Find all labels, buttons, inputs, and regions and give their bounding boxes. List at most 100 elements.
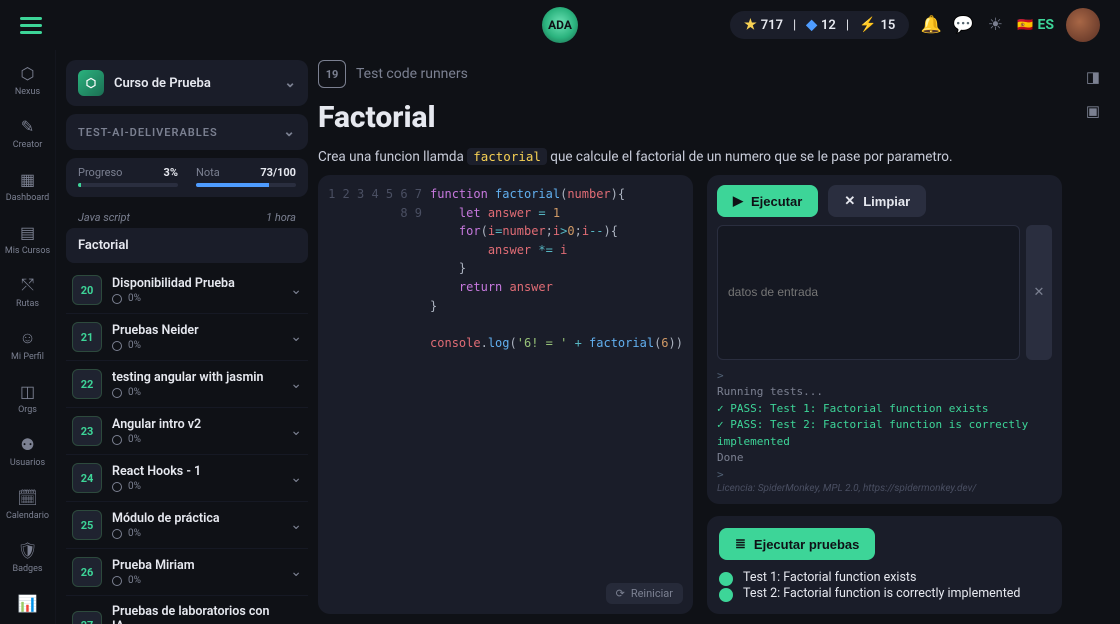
lesson-number: 22 — [72, 369, 102, 399]
console-output: >Running tests...✓ PASS: Test 1: Factori… — [717, 368, 1052, 484]
lesson-pct: 0% — [128, 575, 141, 586]
notifications-icon[interactable]: 🔔 — [921, 15, 941, 35]
rail-icon: ⚉ — [16, 433, 38, 455]
section-header-right: 1 hora — [266, 211, 296, 224]
panel-toggle-icon[interactable]: ◨ — [1082, 66, 1104, 88]
lesson-number: 23 — [72, 416, 102, 446]
lesson-pct: 0% — [128, 481, 141, 492]
lesson-title: Módulo de práctica — [112, 511, 280, 526]
clear-button[interactable]: ✕ Limpiar — [828, 185, 926, 217]
clear-icon: ✕ — [844, 193, 855, 209]
rail-item-dashboard[interactable]: ▦ Dashboard — [6, 168, 50, 203]
rail-item-nexus[interactable]: ⬡Nexus — [15, 62, 40, 97]
lesson-pct: 0% — [128, 434, 141, 445]
status-dot-icon — [112, 529, 122, 539]
chevron-down-icon — [284, 75, 296, 91]
theme-toggle-icon[interactable]: ☀ — [985, 15, 1005, 35]
pass-icon — [719, 572, 733, 586]
lesson-number-badge: 19 — [318, 60, 346, 88]
stars-count: 717 — [761, 18, 783, 33]
status-dot-icon — [112, 388, 122, 398]
code-editor-panel: 1 2 3 4 5 6 7 8 9 function factorial(num… — [318, 175, 693, 614]
section-header-left: Java script — [78, 211, 130, 224]
chevron-down-icon — [290, 329, 302, 345]
lesson-number: 27 — [72, 611, 102, 624]
rail-item-mis-cursos[interactable]: ▤Mis Cursos — [5, 221, 50, 256]
section-header: Java script 1 hora — [66, 205, 308, 228]
lesson-pct: 0% — [128, 387, 141, 398]
rail-item-orgs[interactable]: ◫Orgs — [17, 380, 39, 415]
progress-card: Progreso3% Nota73/100 — [66, 158, 308, 197]
status-dot-icon — [112, 482, 122, 492]
rail-label: Dashboard — [6, 193, 50, 203]
current-lesson[interactable]: Factorial — [66, 228, 308, 263]
reset-icon: ⟳ — [616, 587, 625, 600]
lesson-description: Crea una funcion llamda factorial que ca… — [318, 149, 1062, 165]
messages-icon[interactable]: 💬 — [953, 15, 973, 35]
run-button[interactable]: ▶ Ejecutar — [717, 185, 818, 217]
rail-label: Usuarios — [10, 458, 45, 468]
lesson-item[interactable]: 24 React Hooks - 1 0% — [66, 455, 308, 502]
lesson-item[interactable]: 26 Prueba Miriam 0% — [66, 549, 308, 596]
rail-item-mi-perfil[interactable]: ☺Mi Perfil — [11, 327, 44, 362]
tests-icon: ≣ — [735, 536, 746, 552]
rail-item-misc[interactable]: 📊 — [17, 592, 39, 617]
rail-item-creator[interactable]: ✎Creator — [13, 115, 43, 150]
lesson-item[interactable]: 25 Módulo de práctica 0% — [66, 502, 308, 549]
bolts-count: 15 — [880, 18, 895, 33]
chevron-down-icon — [290, 423, 302, 439]
section-selector[interactable]: TEST-AI-DELIVERABLES — [66, 114, 308, 150]
stdin-close-button[interactable]: ✕ — [1026, 225, 1052, 360]
menu-toggle-button[interactable] — [20, 17, 42, 34]
lesson-pct: 0% — [128, 293, 141, 304]
course-selector[interactable]: ⬡ Curso de Prueba — [66, 60, 308, 106]
rail-label: Mis Cursos — [5, 246, 50, 256]
rail-icon: ⤲ — [17, 274, 39, 296]
lesson-number: 25 — [72, 510, 102, 540]
license-text: Licencia: SpiderMonkey, MPL 2.0, https:/… — [717, 483, 1052, 494]
lesson-number: 26 — [72, 557, 102, 587]
stdin-input[interactable] — [717, 225, 1020, 360]
run-tests-button[interactable]: ≣ Ejecutar pruebas — [719, 528, 875, 560]
rail-icon: 📊 — [17, 592, 39, 614]
rail-item-calendario[interactable]: 🗓Calendario — [6, 486, 49, 521]
terminal-icon[interactable]: ▣ — [1082, 100, 1104, 122]
course-name: Curso de Prueba — [114, 76, 211, 91]
lesson-title: Disponibilidad Prueba — [112, 276, 280, 291]
chevron-down-icon — [290, 376, 302, 392]
test-result-row: Test 1: Factorial function exists — [719, 570, 1050, 586]
runner-label: Test code runners — [356, 66, 468, 82]
rail-label: Badges — [12, 564, 42, 574]
chevron-down-icon — [290, 282, 302, 298]
rail-item-usuarios[interactable]: ⚉ Usuarios — [10, 433, 45, 468]
lesson-title: React Hooks - 1 — [112, 464, 280, 479]
lesson-title: Pruebas de laboratorios con IA — [112, 604, 280, 624]
rail-item-rutas[interactable]: ⤲Rutas — [16, 274, 39, 309]
lesson-item[interactable]: 22 testing angular with jasmin 0% — [66, 361, 308, 408]
play-icon: ▶ — [733, 193, 743, 209]
user-avatar[interactable] — [1066, 8, 1100, 42]
grade-bar — [196, 183, 296, 187]
rail-icon: ✎ — [17, 115, 39, 137]
status-dot-icon — [112, 576, 122, 586]
grade-label: Nota — [196, 166, 220, 179]
lesson-item[interactable]: 27 Pruebas de laboratorios con IA 0% — [66, 596, 308, 624]
test-result-text: Test 2: Factorial function is correctly … — [743, 586, 1020, 601]
run-label: Ejecutar — [751, 194, 802, 209]
lesson-item[interactable]: 23 Angular intro v2 0% — [66, 408, 308, 455]
chevron-down-icon — [283, 124, 296, 140]
reset-button[interactable]: ⟳ Reiniciar — [606, 583, 683, 604]
lesson-item[interactable]: 20 Disponibilidad Prueba 0% — [66, 267, 308, 314]
rail-item-badges[interactable]: 🛡Badges — [12, 539, 42, 574]
code-editor[interactable]: 1 2 3 4 5 6 7 8 9 function factorial(num… — [328, 185, 683, 604]
star-icon — [744, 17, 757, 33]
rail-icon: 🗓 — [17, 486, 39, 508]
page-title: Factorial — [318, 100, 1062, 135]
chevron-down-icon — [290, 618, 302, 624]
app-logo[interactable]: ADA — [542, 7, 578, 43]
rail-icon: ▦ — [17, 168, 39, 190]
tests-panel: ≣ Ejecutar pruebas Test 1: Factorial fun… — [707, 516, 1062, 614]
lesson-item[interactable]: 21 Pruebas Neider 0% — [66, 314, 308, 361]
language-switcher[interactable]: 🇪🇸 ES — [1017, 17, 1054, 33]
chevron-down-icon — [290, 517, 302, 533]
